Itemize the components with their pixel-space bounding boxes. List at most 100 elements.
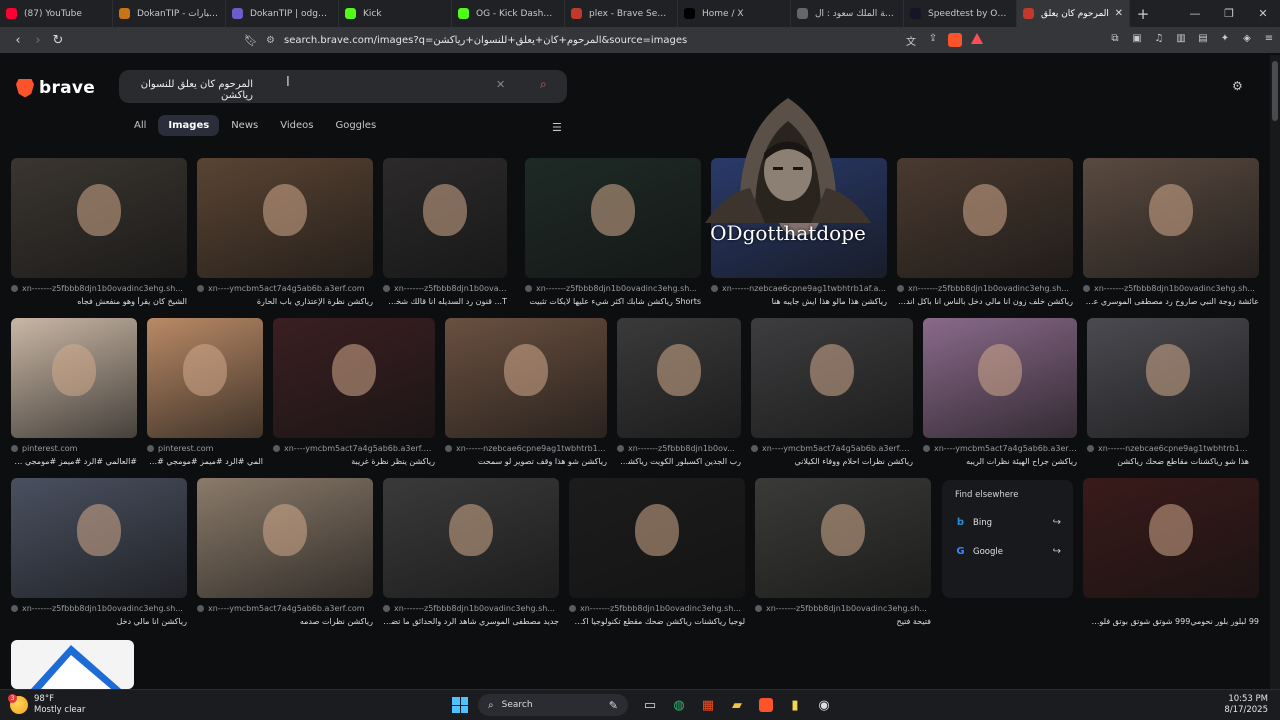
back-icon[interactable]: ‹ bbox=[8, 33, 28, 48]
wallet-icon[interactable]: ▤ bbox=[1192, 33, 1214, 44]
site-info-icon[interactable]: ⚙︎ bbox=[266, 35, 284, 46]
menu-icon[interactable]: ≡ bbox=[1258, 33, 1280, 44]
result-caption[interactable]: لوجيا رياكشنات رياكشن ضحك مقطع تكنولوجيا… bbox=[569, 617, 745, 626]
result-thumbnail[interactable] bbox=[755, 478, 931, 598]
result-thumbnail[interactable] bbox=[1083, 478, 1259, 598]
result-caption[interactable]: جديد مصطفى الموسري شاهد الرد والحدائق ما… bbox=[383, 617, 559, 626]
brave-rewards-icon[interactable] bbox=[966, 33, 988, 50]
result-caption[interactable]: رياكشن شو هذا وقف تصوير لو سمحت bbox=[445, 457, 607, 466]
sidebar-icon[interactable]: ▥ bbox=[1170, 33, 1192, 44]
result-thumbnail[interactable] bbox=[1087, 318, 1249, 438]
browser-tab[interactable]: جامعة الملك سعود : ال bbox=[791, 0, 904, 27]
search-tab-goggles[interactable]: Goggles bbox=[325, 115, 386, 136]
page-scrollbar[interactable] bbox=[1270, 55, 1280, 689]
result-thumbnail[interactable] bbox=[569, 478, 745, 598]
microsoft-store-icon[interactable]: ▦ bbox=[694, 694, 722, 716]
maximize-icon[interactable]: ❐ bbox=[1212, 7, 1246, 20]
address-bar[interactable]: 🔖︎ ⚙︎ search.brave.com/images?q=المرحوم+… bbox=[244, 31, 994, 50]
find-on-google-link[interactable]: G Google ↪ bbox=[955, 546, 1061, 557]
result-thumbnail[interactable] bbox=[1083, 158, 1259, 278]
music-icon[interactable]: ♫ bbox=[1148, 33, 1170, 44]
result-thumbnail[interactable] bbox=[197, 158, 373, 278]
image-result[interactable]: 99 لبلور بلور نحومي999 شوتق شوتق بوتق فل… bbox=[1083, 478, 1259, 634]
result-caption[interactable]: هذا شو رياكشنات مقاطع ضحك رياكشن bbox=[1087, 457, 1249, 466]
obs-icon[interactable]: ◉ bbox=[810, 694, 838, 716]
browser-tab[interactable]: (87) YouTube bbox=[0, 0, 113, 27]
clear-search-icon[interactable]: ✕ bbox=[496, 78, 505, 91]
result-caption[interactable]: رياكشن انا مالي دخل bbox=[11, 617, 187, 626]
image-result[interactable]: xn-------z5fbbb8djn1b0ovadinc3ehg.sh... ع… bbox=[1083, 158, 1259, 314]
browser-tab[interactable]: plex - Brave Search bbox=[565, 0, 678, 27]
forward-icon[interactable]: › bbox=[28, 33, 48, 48]
taskbar-search[interactable]: ⌕ Search ✎ bbox=[478, 694, 628, 716]
result-thumbnail[interactable] bbox=[11, 158, 187, 278]
image-result[interactable]: xn----ymcbm5act7a4g5ab6b.a3erf.c... رياكش… bbox=[273, 318, 435, 474]
image-result[interactable]: xn------nzebcae6cpne9ag1twbhtrb1... هذا ش… bbox=[1087, 318, 1249, 474]
result-thumbnail[interactable] bbox=[751, 318, 913, 438]
browser-tab[interactable]: Home / X bbox=[678, 0, 791, 27]
result-caption[interactable]: رياكشن خلف زون انا مالي دخل بالناس انا ب… bbox=[897, 297, 1073, 306]
result-caption[interactable]: T... قنون رد السديله انا قالك شخص ما و ب… bbox=[383, 297, 507, 306]
result-thumbnail[interactable] bbox=[383, 478, 559, 598]
result-caption[interactable]: رياكشن نظرة الإعتذاري باب الحارة bbox=[197, 297, 373, 306]
vpn-icon[interactable]: ◈ bbox=[1236, 33, 1258, 44]
result-source[interactable]: xn-------z5fbbb8djn1b0ovadinc3ehg.sh... bbox=[383, 604, 559, 613]
browser-tab[interactable]: OG - Kick Dashboard bbox=[452, 0, 565, 27]
result-source[interactable]: xn----ymcbm5act7a4g5ab6b.a3erf.c... bbox=[751, 444, 913, 453]
find-on-bing-link[interactable]: b Bing ↪ bbox=[955, 517, 1061, 528]
windows-start-icon[interactable] bbox=[452, 697, 468, 713]
image-result[interactable]: xn-------z5fbbb8djn1b0ovadinc3ehg.sh... ر… bbox=[11, 478, 187, 634]
browser-tab[interactable]: DokanTIP | odgotthatd bbox=[226, 0, 339, 27]
result-source[interactable]: xn-------z5fbbb8djn1b0ovad... bbox=[383, 284, 507, 293]
search-icon[interactable]: ⌕ bbox=[540, 77, 547, 92]
brave-logo[interactable]: brave bbox=[16, 78, 95, 98]
settings-gear-icon[interactable]: ⚙ bbox=[1232, 79, 1243, 93]
image-result-partial[interactable] bbox=[11, 640, 134, 689]
result-caption[interactable]: رياكشن هذا مالو هذا ايش جايبه هنا bbox=[711, 297, 887, 306]
result-thumbnail[interactable] bbox=[11, 478, 187, 598]
sticky-notes-icon[interactable]: ▮ bbox=[781, 694, 809, 716]
search-tab-news[interactable]: News bbox=[221, 115, 268, 136]
result-source[interactable]: pinterest.com bbox=[11, 444, 137, 453]
result-source[interactable]: xn-------z5fbbb8djn1b0ovadinc3ehg.sh... bbox=[11, 284, 187, 293]
close-tab-icon[interactable]: ✕ bbox=[1111, 8, 1123, 19]
result-thumbnail[interactable] bbox=[11, 318, 137, 438]
brave-taskbar-icon[interactable] bbox=[752, 694, 780, 716]
result-source[interactable]: xn----ymcbm5act7a4g5ab6b.a3erf.c... bbox=[923, 444, 1077, 453]
tab-active[interactable]: المرحوم كان يعلق ✕ bbox=[1017, 0, 1130, 27]
result-source[interactable]: xn-------z5fbbb8djn1b0ovadinc3ehg.sh... bbox=[569, 604, 745, 613]
result-thumbnail[interactable] bbox=[11, 640, 134, 689]
url-text[interactable]: search.brave.com/images?q=المرحوم+كان+يع… bbox=[284, 35, 994, 46]
result-caption[interactable]: رب الجدين اكسبلور الكويت رياكشن ضحك bbox=[617, 457, 741, 466]
result-source[interactable]: xn------nzebcae6cpne9ag1twbhtrb1... bbox=[1087, 444, 1249, 453]
result-source[interactable]: xn-------z5fbbb8djn1b0ovadinc3ehg.sh... bbox=[1083, 284, 1259, 293]
browser-tab[interactable]: DokanTIP - الإختبارات bbox=[113, 0, 226, 27]
result-caption[interactable]: رياكشن نظرات صدمه bbox=[197, 617, 373, 626]
close-window-icon[interactable]: ✕ bbox=[1246, 7, 1280, 20]
result-thumbnail[interactable] bbox=[897, 158, 1073, 278]
result-source[interactable]: xn-------z5fbbb8djn1b0ovadinc3ehg.sh... bbox=[755, 604, 931, 613]
result-source[interactable]: xn------nzebcae6cpne9ag1twbhtrb1af.a... bbox=[711, 284, 887, 293]
image-result[interactable]: xn-------z5fbbb8djn1b0ovadinc3ehg.sh... ج… bbox=[383, 478, 559, 634]
system-clock[interactable]: 10:53 PM 8/17/2025 bbox=[1224, 694, 1268, 716]
reload-icon[interactable]: ↻ bbox=[48, 33, 68, 48]
image-result[interactable]: pinterest.com #العالمي #الرد #ميمز #مومجي… bbox=[11, 318, 137, 474]
share-icon[interactable]: ⇪ bbox=[922, 33, 944, 50]
result-source[interactable]: xn----ymcbm5act7a4g5ab6b.a3erf.com bbox=[197, 604, 373, 613]
translate-icon[interactable]: 文 bbox=[900, 33, 922, 50]
scrollbar-thumb[interactable] bbox=[1272, 61, 1278, 121]
image-result[interactable]: pinterest.com المي #الرد #ميمز #مومجي #سح… bbox=[147, 318, 263, 474]
image-result[interactable]: xn-------z5fbbb8djn1b0ovadinc3ehg.sh... ر… bbox=[897, 158, 1073, 314]
result-caption[interactable]: Shorts رياكشن شابك اكثر شيء عليها لايكات… bbox=[525, 297, 701, 306]
result-thumbnail[interactable] bbox=[197, 478, 373, 598]
result-caption[interactable]: رياكشن ينظر نظرة غريبة bbox=[273, 457, 435, 466]
result-thumbnail[interactable] bbox=[525, 158, 701, 278]
search-tab-all[interactable]: All bbox=[124, 115, 156, 136]
result-caption[interactable]: #العالمي #الرد #ميمز #مومجي #للسحرية#... bbox=[11, 457, 137, 466]
result-source[interactable]: xn------nzebcae6cpne9ag1twbhtrb1... bbox=[445, 444, 607, 453]
leo-ai-icon[interactable]: ✦ bbox=[1214, 33, 1236, 44]
search-tab-images[interactable]: Images bbox=[158, 115, 220, 136]
image-result[interactable]: xn----ymcbm5act7a4g5ab6b.a3erf.com رياكشن… bbox=[197, 478, 373, 634]
image-result[interactable]: xn-------z5fbbb8djn1b0ov... رب الجدين اكس… bbox=[617, 318, 741, 474]
weather-widget[interactable]: 3 98°F Mostly clear bbox=[8, 694, 85, 716]
